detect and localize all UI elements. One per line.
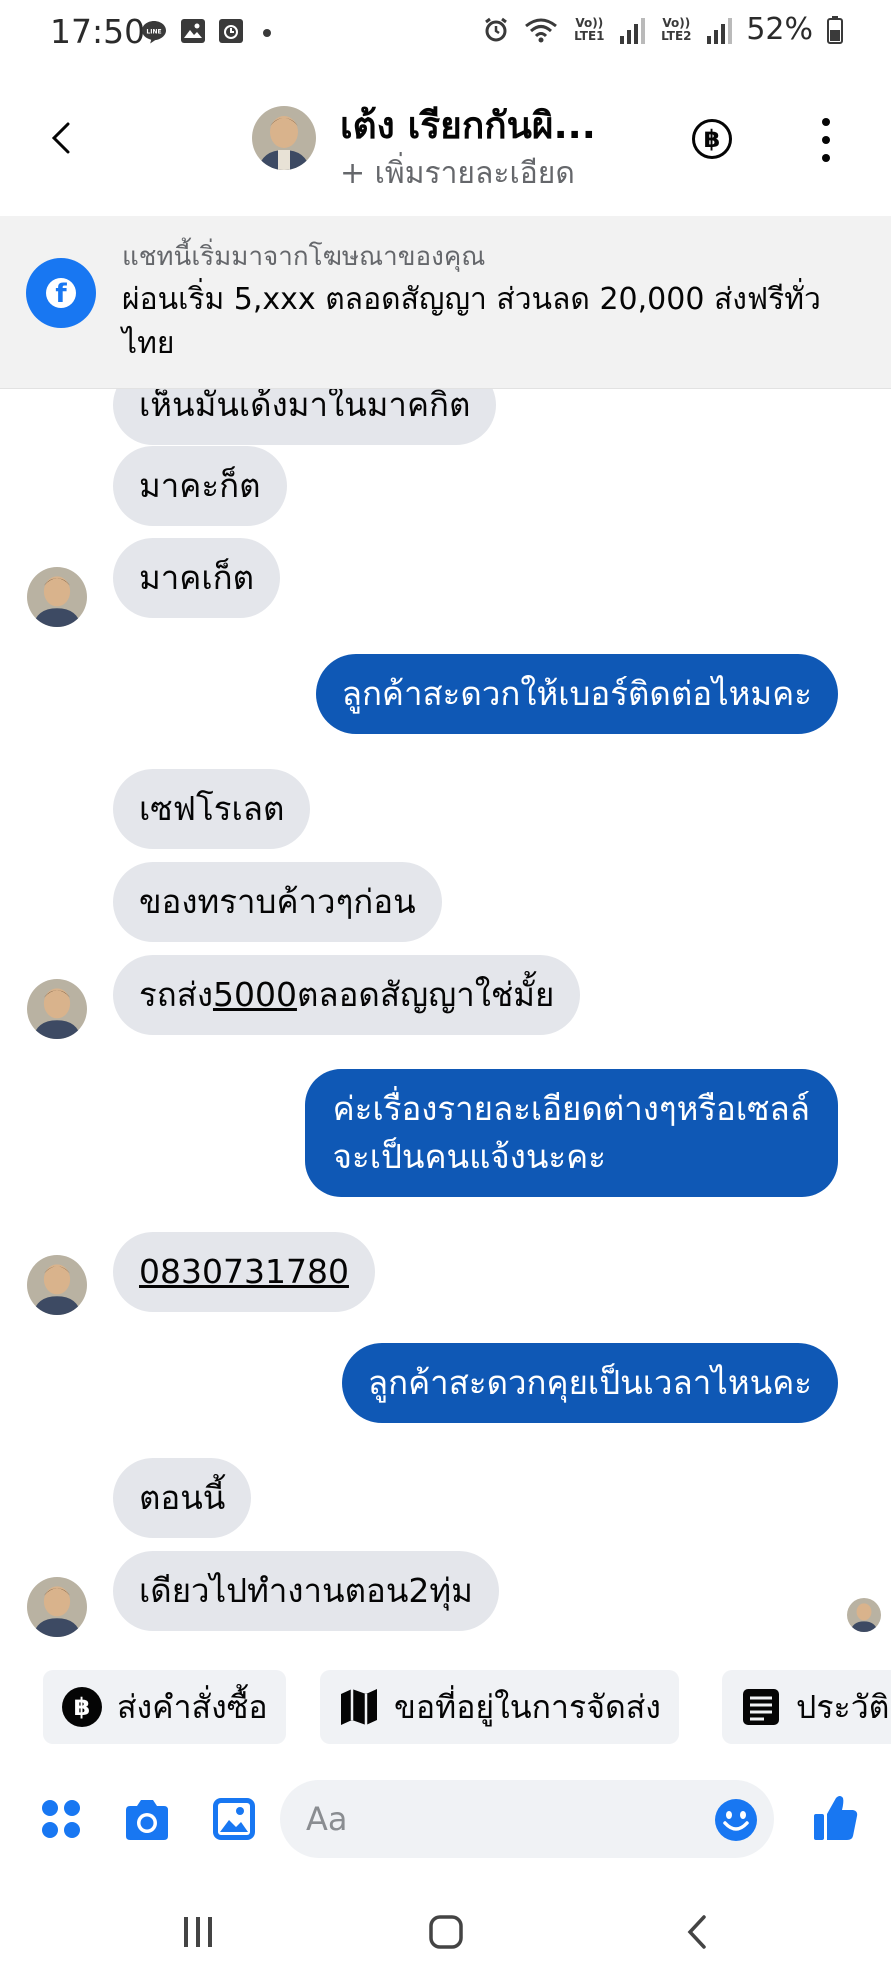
message-line: ค่ะเรื่องรายละเอียดต่างๆหรือเซลล์ xyxy=(332,1089,810,1128)
screen-recorder-icon xyxy=(219,19,243,43)
dot-icon xyxy=(263,29,271,37)
quick-reply-label: ขอที่อยู่ในการจัดส่ง xyxy=(394,1687,661,1726)
contact-avatar-small[interactable] xyxy=(27,979,87,1039)
add-details-link[interactable]: + เพิ่มรายละเอียด xyxy=(340,150,575,197)
map-icon xyxy=(338,1686,380,1728)
message-composer xyxy=(0,1770,891,1870)
chat-header: เต้ง เรียกกันผิ... + เพิ่มรายละเอียด ฿ xyxy=(0,66,891,216)
contact-avatar[interactable] xyxy=(252,106,316,170)
contact-avatar-small[interactable] xyxy=(27,1255,87,1315)
ad-origin-banner[interactable]: f แชทนี้เริ่มมาจากโฆษณาของคุณ ผ่อนเริ่ม … xyxy=(0,216,891,389)
battery-icon xyxy=(827,15,843,44)
battery-percent: 52% xyxy=(746,12,813,47)
quick-reply-history[interactable]: ประวัติ xyxy=(722,1670,891,1744)
signal-2-icon xyxy=(707,16,733,44)
facebook-icon: f xyxy=(26,258,96,328)
message-bubble-incoming[interactable]: 0830731780 xyxy=(113,1232,375,1312)
contact-avatar-small[interactable] xyxy=(27,567,87,627)
message-text: รถส่ง xyxy=(139,975,213,1014)
more-dot-icon xyxy=(822,136,830,144)
message-list[interactable]: เห็นมันเด้งมาในมาคกิต มาคะก็ต มาคเก็ต ลู… xyxy=(0,389,891,1645)
signal-1-icon xyxy=(620,16,646,44)
read-receipt-avatar xyxy=(847,1598,881,1632)
message-bubble-incoming[interactable]: เซฟโรเลต xyxy=(113,769,311,849)
more-options-button[interactable] xyxy=(818,118,834,162)
status-bar: 17:50 LINE Vo)) LTE1 Vo)) LTE2 52% xyxy=(0,0,891,66)
avatar-image xyxy=(27,979,87,1039)
message-bubble-incoming[interactable]: เดียวไปทำงานตอน2ทุ่ม xyxy=(113,1551,499,1631)
more-dot-icon xyxy=(822,154,830,162)
message-bubble-incoming[interactable]: ของทราบค้าวๆก่อน xyxy=(113,862,442,942)
message-bubble-incoming[interactable]: รถส่ง5000ตลอดสัญญาใช่มั้ย xyxy=(113,955,581,1035)
message-bubble-incoming[interactable]: มาคะก็ต xyxy=(113,446,287,526)
status-right: Vo)) LTE1 Vo)) LTE2 52% xyxy=(482,12,843,47)
ad-text: ผ่อนเริ่ม 5,xxx ตลอดสัญญา ส่วนลด 20,000 … xyxy=(122,282,821,361)
phone-number-link[interactable]: 0830731780 xyxy=(139,1252,349,1291)
more-dot-icon xyxy=(822,118,830,126)
system-back-icon[interactable] xyxy=(680,1913,716,1951)
network-1-label: Vo)) LTE1 xyxy=(574,15,605,43)
message-bubble-incoming[interactable]: เห็นมันเด้งมาในมาคกิต xyxy=(113,389,497,445)
status-time: 17:50 xyxy=(50,12,146,51)
message-text: ตลอดสัญญาใช่มั้ย xyxy=(296,975,555,1014)
contact-name[interactable]: เต้ง เรียกกันผิ... xyxy=(340,96,596,155)
message-input[interactable] xyxy=(280,1780,774,1858)
gallery-icon[interactable] xyxy=(211,1796,257,1842)
message-bubble-incoming[interactable]: มาคเก็ต xyxy=(113,538,281,618)
gallery-icon xyxy=(181,19,205,43)
home-icon[interactable] xyxy=(428,1914,464,1950)
thumbs-up-icon[interactable] xyxy=(812,1794,858,1842)
alarm-icon xyxy=(485,17,508,41)
message-line: จะเป็นคนแจ้งนะคะ xyxy=(332,1137,606,1176)
message-bubble-incoming[interactable]: ตอนนี้ xyxy=(113,1458,252,1538)
svg-text:LINE: LINE xyxy=(146,29,161,36)
quick-reply-label: ส่งคำสั่งซื้อ xyxy=(117,1687,268,1726)
svg-text:฿: ฿ xyxy=(74,1693,91,1721)
line-icon: LINE xyxy=(142,21,166,44)
message-bubble-outgoing[interactable]: ลูกค้าสะดวกคุยเป็นเวลาไหนคะ xyxy=(341,1343,838,1423)
network-2-label: Vo)) LTE2 xyxy=(661,15,692,43)
avatar-image xyxy=(252,106,316,170)
system-nav-bar xyxy=(0,1885,891,1980)
emoji-icon[interactable] xyxy=(714,1798,758,1842)
contact-avatar-small[interactable] xyxy=(27,1577,87,1637)
camera-icon[interactable] xyxy=(122,1798,172,1842)
avatar-image xyxy=(27,567,87,627)
avatar-image xyxy=(27,1255,87,1315)
message-bubble-outgoing[interactable]: ค่ะเรื่องรายละเอียดต่างๆหรือเซลล์ จะเป็น… xyxy=(304,1069,838,1197)
quick-reply-send-order[interactable]: ฿ ส่งคำสั่งซื้อ xyxy=(43,1670,286,1744)
back-button[interactable] xyxy=(40,116,84,160)
quick-reply-label: ประวัติ xyxy=(796,1687,890,1726)
avatar-image xyxy=(27,1577,87,1637)
message-bubble-outgoing[interactable]: ลูกค้าสะดวกให้เบอร์ติดต่อไหมคะ xyxy=(315,654,838,734)
avatar-image xyxy=(847,1598,881,1632)
message-number-link[interactable]: 5000 xyxy=(213,975,297,1014)
quick-reply-request-address[interactable]: ขอที่อยู่ในการจัดส่ง xyxy=(320,1670,679,1744)
wifi-icon xyxy=(525,18,558,42)
recent-apps-icon[interactable] xyxy=(180,1915,216,1949)
baht-icon: ฿ xyxy=(61,1686,103,1728)
quick-replies-bar[interactable]: ฿ ส่งคำสั่งซื้อ ขอที่อยู่ในการจัดส่ง ประ… xyxy=(0,1670,891,1748)
payment-button[interactable]: ฿ xyxy=(692,119,732,159)
receipt-icon xyxy=(740,1686,782,1728)
ad-origin-label: แชทนี้เริ่มมาจากโฆษณาของคุณ xyxy=(122,242,486,272)
menu-grid-icon[interactable] xyxy=(40,1798,82,1840)
